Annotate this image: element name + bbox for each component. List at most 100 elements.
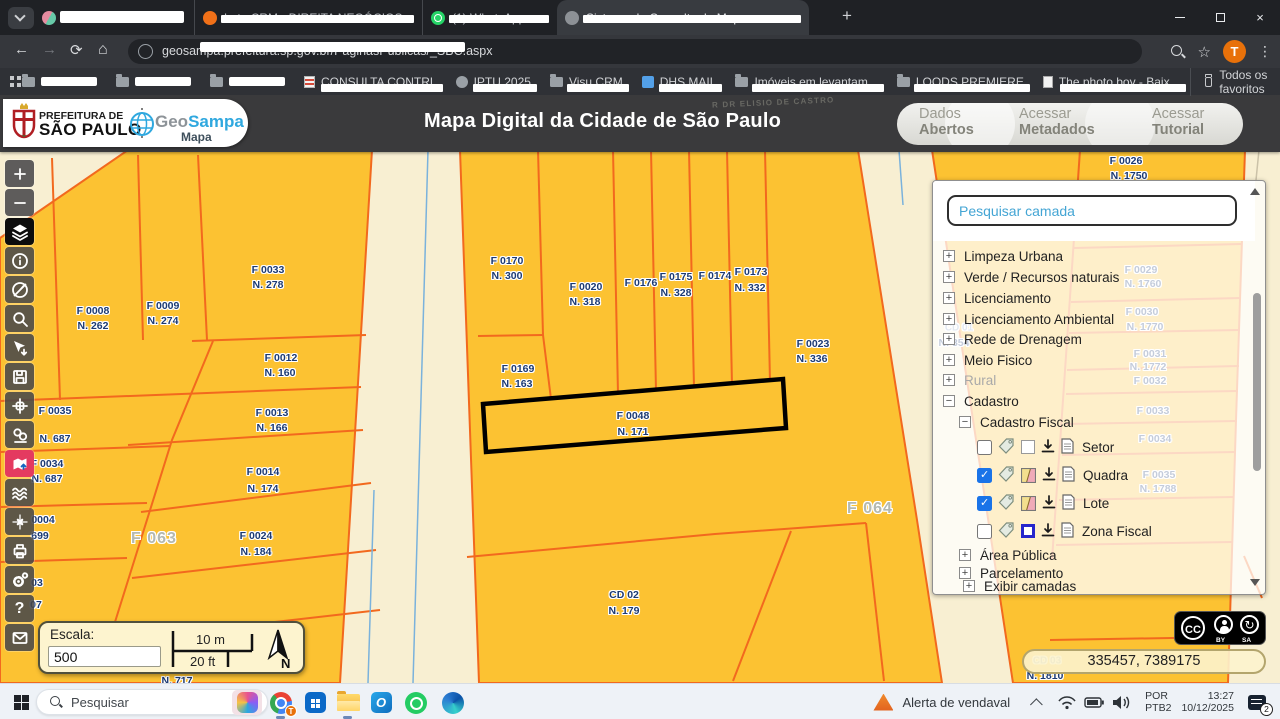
maximize-button[interactable] — [1200, 0, 1240, 35]
cc-license-badge[interactable]: CC ↻ BY SA — [1174, 611, 1266, 645]
bookmark-item[interactable]: CONSULTA CONTRL — [304, 75, 437, 89]
scrollbar-thumb[interactable] — [1253, 293, 1261, 471]
contours-button[interactable] — [5, 479, 34, 506]
home-button[interactable]: ⌂ — [98, 41, 108, 59]
dados-abertos-button[interactable]: DadosAbertos — [919, 106, 974, 138]
taskbar-whatsapp-icon[interactable] — [401, 690, 431, 715]
label-tag-icon[interactable] — [998, 521, 1015, 541]
taskbar-edge-icon[interactable] — [438, 690, 468, 715]
bookmark-item[interactable]: DHS MAIL — [642, 75, 717, 89]
zona-fiscal-style-swatch[interactable] — [1021, 524, 1035, 538]
new-tab-button[interactable]: + — [842, 6, 852, 26]
back-button[interactable]: ← — [14, 41, 29, 58]
print-button[interactable] — [5, 537, 34, 564]
profile-avatar[interactable]: T — [1223, 40, 1246, 63]
select-feature-button[interactable] — [5, 334, 34, 361]
bookmark-item[interactable]: Visu CRM — [550, 75, 623, 89]
save-button[interactable] — [5, 363, 34, 390]
layer-group-rural[interactable]: + Rural — [943, 371, 996, 389]
notification-center-icon[interactable]: 2 — [1248, 695, 1266, 710]
help-button[interactable]: ? — [5, 595, 34, 622]
bookmark-item[interactable] — [116, 77, 191, 87]
refresh-button[interactable]: ⟳ — [70, 41, 83, 59]
layer-group-licenciamento[interactable]: + Licenciamento — [943, 289, 1051, 307]
bookmark-star-icon[interactable]: ☆ — [1198, 43, 1211, 61]
bookmark-item[interactable] — [210, 77, 285, 87]
download-icon[interactable] — [1042, 495, 1056, 512]
browser-tab[interactable]: Lote CRM - DIREITA NEGÓCIOS — [194, 0, 422, 35]
zoom-out-button[interactable] — [5, 189, 34, 216]
quadra-style-swatch[interactable] — [1021, 468, 1036, 483]
layer-group-exibir-camadas[interactable]: + Exibir camadas — [963, 577, 1076, 595]
layer-group-cadastro[interactable]: − Cadastro — [943, 392, 1019, 410]
taskbar-store-icon[interactable] — [300, 690, 330, 715]
bookmark-item[interactable] — [22, 77, 97, 87]
download-icon[interactable] — [1041, 523, 1055, 540]
map-export-button[interactable] — [5, 450, 34, 477]
taskbar-outlook-icon[interactable]: O — [366, 690, 396, 715]
expander-icon[interactable]: + — [943, 292, 955, 304]
settings-button[interactable] — [5, 566, 34, 593]
label-tag-icon[interactable] — [998, 493, 1015, 513]
browser-menu-icon[interactable]: ⋮ — [1258, 43, 1272, 60]
zoom-page-icon[interactable] — [1170, 44, 1186, 60]
compass-disabled-button[interactable] — [5, 276, 34, 303]
metadata-doc-icon[interactable] — [1061, 522, 1074, 541]
label-tag-icon[interactable] — [998, 465, 1015, 485]
search-button[interactable] — [5, 305, 34, 332]
scale-input[interactable] — [48, 646, 161, 667]
weather-widget[interactable]: Alerta de vendaval — [873, 694, 1010, 711]
download-icon[interactable] — [1042, 467, 1056, 484]
setor-checkbox[interactable] — [977, 440, 992, 455]
measure-button[interactable] — [5, 392, 34, 419]
scroll-up-arrow[interactable] — [1250, 188, 1260, 195]
taskbar-copilot-icon[interactable] — [232, 690, 262, 715]
quadra-checkbox[interactable] — [977, 468, 992, 483]
expander-icon[interactable]: + — [943, 313, 955, 325]
expander-icon[interactable]: + — [943, 250, 955, 262]
bookmark-item[interactable]: IPTU 2025 — [456, 75, 531, 89]
expander-icon[interactable]: − — [943, 395, 955, 407]
windows-start-button[interactable] — [14, 695, 29, 710]
expander-icon[interactable]: + — [943, 271, 955, 283]
scroll-down-arrow[interactable] — [1250, 579, 1260, 586]
expander-icon[interactable]: + — [943, 354, 955, 366]
close-button[interactable]: × — [1240, 0, 1280, 35]
browser-tab[interactable] — [34, 0, 194, 35]
layer-group-rede-drenagem[interactable]: + Rede de Drenagem — [943, 330, 1082, 348]
expander-icon[interactable]: + — [963, 580, 975, 592]
clock[interactable]: 13:2710/12/2025 — [1181, 690, 1234, 714]
contact-button[interactable] — [5, 624, 34, 651]
lote-style-swatch[interactable] — [1021, 496, 1036, 511]
metadata-doc-icon[interactable] — [1062, 494, 1075, 513]
label-tag-icon[interactable] — [998, 437, 1015, 457]
clear-selection-button[interactable] — [5, 508, 34, 535]
browser-tab[interactable]: (1) WhatsApp — [422, 0, 557, 35]
acessar-tutorial-button[interactable]: AcessarTutorial — [1152, 106, 1204, 138]
expander-icon[interactable]: − — [959, 416, 971, 428]
minimize-button[interactable] — [1160, 0, 1200, 35]
layer-group-limpeza-urbana[interactable]: + Limpeza Urbana — [943, 247, 1063, 265]
zoom-in-button[interactable] — [5, 160, 34, 187]
expander-icon[interactable]: + — [943, 374, 955, 386]
system-tray-icons[interactable] — [1057, 692, 1135, 712]
all-bookmarks-button[interactable]: Todos os favoritos — [1190, 68, 1270, 96]
bookmark-item[interactable]: The photo boy - Baix... — [1043, 75, 1180, 89]
layer-group-licenciamento-ambiental[interactable]: + Licenciamento Ambiental — [943, 310, 1114, 328]
forward-button[interactable]: → — [42, 41, 57, 58]
zona-fiscal-checkbox[interactable] — [977, 524, 992, 539]
download-icon[interactable] — [1041, 439, 1055, 456]
layer-search-input[interactable] — [947, 195, 1237, 226]
taskbar-explorer-icon[interactable] — [333, 690, 363, 715]
language-indicator[interactable]: PORPTB2 — [1145, 690, 1171, 714]
tray-overflow-chevron[interactable] — [1030, 698, 1043, 711]
taskbar-chrome-icon[interactable]: T — [266, 690, 296, 715]
lote-checkbox[interactable] — [977, 496, 992, 511]
metadata-doc-icon[interactable] — [1062, 466, 1075, 485]
bookmark-item[interactable]: LOODS PREMIERE — [897, 75, 1024, 89]
layer-group-verde[interactable]: + Verde / Recursos naturais — [943, 268, 1119, 286]
expander-icon[interactable]: + — [959, 549, 971, 561]
layers-button[interactable] — [5, 218, 34, 245]
browser-tab[interactable]: Sistema de Consulta de Map... — [557, 0, 809, 35]
acessar-metadados-button[interactable]: AcessarMetadados — [1019, 106, 1095, 138]
